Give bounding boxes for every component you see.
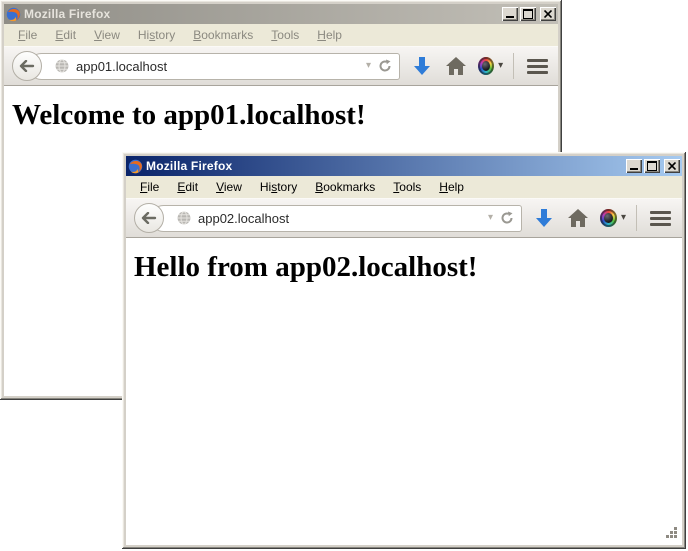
firefox-window-app02: Mozilla Firefox FileEditViewHistoryBookm… bbox=[122, 152, 686, 549]
menu-item-tools[interactable]: Tools bbox=[385, 178, 429, 196]
close-icon bbox=[668, 162, 676, 170]
menu-item-help[interactable]: Help bbox=[431, 178, 472, 196]
minimize-button[interactable] bbox=[502, 7, 518, 21]
menu-bar: FileEditViewHistoryBookmarksToolsHelp bbox=[4, 24, 558, 46]
url-text[interactable]: app02.localhost bbox=[198, 211, 289, 226]
addon-lens-button[interactable]: ▾ bbox=[600, 204, 626, 232]
page-heading: Welcome to app01.localhost! bbox=[12, 99, 558, 132]
url-bar[interactable]: app01.localhost ▾ bbox=[28, 53, 400, 80]
menu-item-tools[interactable]: Tools bbox=[263, 26, 307, 44]
download-button[interactable] bbox=[410, 52, 434, 80]
menu-item-bookmarks[interactable]: Bookmarks bbox=[185, 26, 261, 44]
globe-icon bbox=[177, 211, 191, 225]
close-icon bbox=[544, 10, 552, 18]
resize-grip[interactable] bbox=[664, 527, 677, 540]
window-title: Mozilla Firefox bbox=[146, 159, 232, 173]
addon-lens-button[interactable]: ▾ bbox=[478, 52, 503, 80]
menu-item-file[interactable]: File bbox=[10, 26, 45, 44]
firefox-logo-icon bbox=[128, 159, 143, 174]
hamburger-icon bbox=[527, 59, 548, 62]
menu-item-history[interactable]: History bbox=[252, 178, 305, 196]
download-arrow-icon bbox=[536, 209, 552, 228]
caret-down-icon: ▾ bbox=[498, 61, 503, 71]
menu-bar: FileEditViewHistoryBookmarksToolsHelp bbox=[126, 176, 682, 198]
hamburger-icon bbox=[650, 211, 671, 214]
menu-item-bookmarks[interactable]: Bookmarks bbox=[307, 178, 383, 196]
toolbar-separator bbox=[636, 205, 637, 231]
reload-icon[interactable] bbox=[500, 211, 514, 225]
maximize-icon bbox=[647, 161, 657, 171]
minimize-icon bbox=[506, 16, 514, 18]
menu-item-edit[interactable]: Edit bbox=[169, 178, 206, 196]
url-text[interactable]: app01.localhost bbox=[76, 59, 167, 74]
navigation-toolbar: app02.localhost ▾ ▾ bbox=[126, 198, 682, 238]
maximize-button[interactable] bbox=[520, 7, 536, 21]
window-controls bbox=[502, 7, 556, 21]
maximize-button[interactable] bbox=[644, 159, 660, 173]
navigation-toolbar: app01.localhost ▾ ▾ bbox=[4, 46, 558, 86]
back-button[interactable] bbox=[12, 51, 42, 81]
titlebar[interactable]: Mozilla Firefox bbox=[126, 156, 682, 176]
toolbar-separator bbox=[513, 53, 514, 79]
back-arrow-icon bbox=[141, 212, 157, 224]
window-title: Mozilla Firefox bbox=[24, 7, 110, 21]
menu-item-file[interactable]: File bbox=[132, 178, 167, 196]
window-controls bbox=[626, 159, 680, 173]
urlbar-dropdown-icon[interactable]: ▾ bbox=[488, 213, 493, 223]
lens-icon bbox=[478, 57, 494, 75]
download-button[interactable] bbox=[532, 204, 556, 232]
home-button[interactable] bbox=[444, 52, 468, 80]
page-heading: Hello from app02.localhost! bbox=[134, 251, 682, 284]
hamburger-menu-button[interactable] bbox=[524, 52, 550, 80]
home-icon bbox=[446, 57, 466, 75]
globe-icon bbox=[55, 59, 69, 73]
urlbar-dropdown-icon[interactable]: ▾ bbox=[366, 61, 371, 71]
back-arrow-icon bbox=[19, 60, 35, 72]
menu-item-help[interactable]: Help bbox=[309, 26, 350, 44]
url-bar[interactable]: app02.localhost ▾ bbox=[150, 205, 522, 232]
home-icon bbox=[568, 209, 588, 227]
desktop: Mozilla Firefox FileEditViewHistoryBookm… bbox=[0, 0, 688, 551]
lens-icon bbox=[600, 209, 617, 227]
menu-item-view[interactable]: View bbox=[86, 26, 128, 44]
hamburger-menu-button[interactable] bbox=[647, 204, 674, 232]
caret-down-icon: ▾ bbox=[621, 213, 626, 223]
close-button[interactable] bbox=[664, 159, 680, 173]
page-content: Hello from app02.localhost! bbox=[126, 238, 682, 545]
download-arrow-icon bbox=[414, 57, 430, 76]
maximize-icon bbox=[523, 9, 533, 19]
home-button[interactable] bbox=[566, 204, 590, 232]
close-button[interactable] bbox=[540, 7, 556, 21]
reload-icon[interactable] bbox=[378, 59, 392, 73]
menu-item-edit[interactable]: Edit bbox=[47, 26, 84, 44]
back-button[interactable] bbox=[134, 203, 164, 233]
menu-item-view[interactable]: View bbox=[208, 178, 250, 196]
menu-item-history[interactable]: History bbox=[130, 26, 183, 44]
titlebar[interactable]: Mozilla Firefox bbox=[4, 4, 558, 24]
minimize-button[interactable] bbox=[626, 159, 642, 173]
minimize-icon bbox=[630, 168, 638, 170]
firefox-logo-icon bbox=[6, 7, 21, 22]
